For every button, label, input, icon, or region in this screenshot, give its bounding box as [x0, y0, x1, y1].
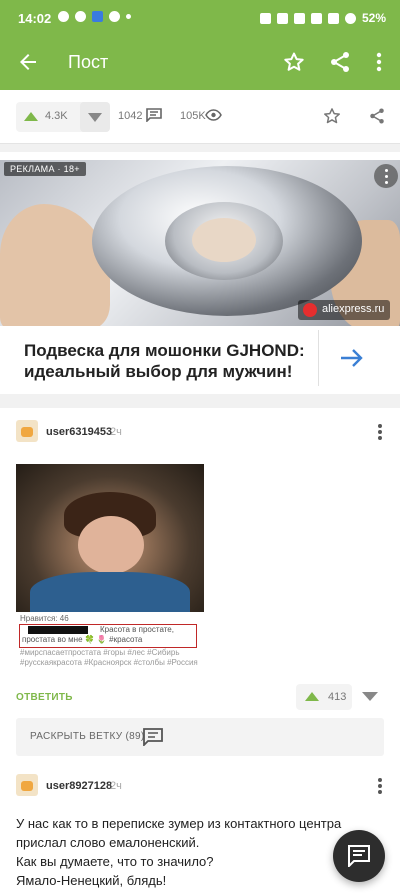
downvote-arrow-icon: [88, 113, 102, 122]
image-likes-text: Нравится: 46: [20, 614, 69, 623]
dot-icon: [126, 14, 131, 19]
upvote-arrow-icon: [305, 692, 319, 701]
status-time: 14:02: [18, 11, 52, 26]
downvote-button[interactable]: [80, 102, 110, 132]
comment-line: Как вы думаете, что то значило?: [16, 854, 214, 869]
ad-source: aliexpress.ru: [322, 303, 385, 315]
avatar[interactable]: [16, 420, 38, 442]
gmail-icon: [109, 11, 120, 22]
page-title: Пост: [68, 52, 109, 72]
write-comment-fab[interactable]: [333, 830, 385, 882]
comment-username[interactable]: user6319453: [46, 426, 112, 438]
hand-shape: [0, 204, 110, 326]
expand-thread-label: РАСКРЫТЬ ВЕТКУ (89): [30, 731, 145, 742]
comment-icon[interactable]: [146, 108, 162, 122]
comment-rating: 413: [328, 691, 347, 703]
ad-block[interactable]: РЕКЛАМА · 18+ aliexpress.ru Подвеска для…: [0, 152, 400, 394]
comment-time: 2ч: [110, 780, 122, 792]
eye-icon: [205, 109, 222, 121]
signal-icon: [327, 12, 339, 24]
notification-icons: [58, 11, 131, 22]
photo-shirt: [30, 572, 190, 612]
comment-count: 1042: [118, 110, 143, 122]
chat-icon: [348, 845, 370, 867]
image-caption-line2: простата во мне 🍀 🌷 #красота: [22, 635, 143, 644]
vk-icon: [92, 11, 103, 22]
comment-more-icon[interactable]: [378, 424, 382, 440]
share-icon[interactable]: [368, 106, 386, 126]
comment-line: прислал слово емалоненский.: [16, 835, 200, 850]
star-outline-icon[interactable]: [282, 50, 306, 74]
comment-body: У нас как то в переписке зумер из контак…: [16, 814, 376, 890]
view-count: 105K: [180, 110, 206, 122]
more-vertical-icon[interactable]: [370, 50, 388, 74]
avatar[interactable]: [16, 774, 38, 796]
vibrate-icon: [276, 12, 288, 24]
data-speed-icon: [293, 12, 305, 24]
save-star-icon[interactable]: [322, 106, 342, 126]
status-bar: 14:02 52%: [0, 0, 400, 36]
comment-upvote-button[interactable]: 413: [296, 684, 352, 710]
ad-label: РЕКЛАМА · 18+: [4, 162, 86, 176]
comment-username[interactable]: user8927128: [46, 780, 112, 792]
image-hashtags: #мирспасаетпростата #горы #лес #Сибирь #…: [20, 648, 198, 667]
back-arrow-icon[interactable]: [16, 50, 40, 74]
share-icon[interactable]: [328, 50, 352, 74]
ad-source-badge: aliexpress.ru: [298, 300, 391, 320]
ad-options-icon[interactable]: [374, 164, 398, 188]
comment-line: У нас как то в переписке зумер из контак…: [16, 816, 342, 831]
reply-button[interactable]: ОТВЕТИТЬ: [16, 692, 73, 703]
comment-image[interactable]: Нравится: 46 Красота в простате, простат…: [16, 464, 204, 694]
post-stats-bar: 4.3K 1042 105K: [0, 90, 400, 144]
upvote-arrow-icon: [24, 112, 38, 121]
telegram-icon: [75, 11, 86, 22]
comment-time: 2ч: [110, 426, 122, 438]
arrow-right-icon[interactable]: [340, 348, 364, 368]
ad-divider: [318, 330, 319, 386]
comment-more-icon[interactable]: [378, 778, 382, 794]
image-caption-line1: Красота в простате,: [100, 625, 174, 634]
system-icons: 52%: [259, 11, 386, 25]
metal-ring-hole: [192, 218, 256, 262]
comment-photo: [16, 464, 204, 612]
app-bar: Пост: [0, 36, 400, 90]
comment-icon: [143, 728, 163, 746]
battery-icon: [344, 12, 356, 24]
wifi-icon: [310, 12, 322, 24]
app-notification-icon: [58, 11, 69, 22]
comment-line: Ямало-Ненецкий, блядь!: [16, 873, 167, 888]
post-rating: 4.3K: [45, 110, 68, 122]
ad-headline[interactable]: Подвеска для мошонки GJHOND: идеальный в…: [24, 340, 314, 382]
nfc-icon: [259, 12, 271, 24]
expand-thread-button[interactable]: РАСКРЫТЬ ВЕТКУ (89): [16, 718, 384, 756]
comments-section: user6319453 2ч Нравится: 46 Красота в пр…: [0, 408, 400, 896]
battery-percent: 52%: [361, 11, 386, 25]
aliexpress-logo-icon: [303, 303, 317, 317]
photo-face: [78, 516, 144, 574]
comment-downvote-icon[interactable]: [362, 692, 378, 701]
